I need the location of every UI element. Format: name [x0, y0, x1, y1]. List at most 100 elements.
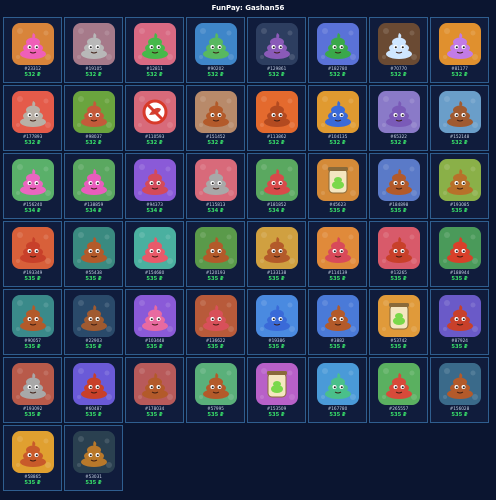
item-card[interactable]: #57995 535 ₽: [186, 357, 245, 423]
item-image: [134, 227, 176, 269]
item-image: [134, 159, 176, 201]
item-card[interactable]: #94373 534 ₽: [125, 153, 184, 219]
poop-icon: [195, 363, 237, 405]
item-image: [256, 23, 298, 65]
item-card[interactable]: #182780 532 ₽: [308, 17, 367, 83]
item-price: 532 ₽: [24, 140, 41, 146]
item-card[interactable]: #90202 532 ₽: [186, 17, 245, 83]
item-card[interactable]: #136622 535 ₽: [186, 289, 245, 355]
item-id: #193085: [449, 202, 470, 207]
item-card[interactable]: #87924 535 ₽: [430, 289, 489, 355]
item-price: 535 ₽: [329, 208, 346, 214]
item-card[interactable]: #138859 534 ₽: [64, 153, 123, 219]
item-card[interactable]: #114139 535 ₽: [308, 221, 367, 287]
item-card[interactable]: #3882 535 ₽: [308, 289, 367, 355]
item-card[interactable]: #153509 535 ₽: [247, 357, 306, 423]
item-card[interactable]: #53031 535 ₽: [64, 425, 123, 491]
item-image: [73, 295, 115, 337]
item-card[interactable]: #12811 532 ₽: [125, 17, 184, 83]
item-card[interactable]: #53742 535 ₽: [369, 289, 428, 355]
item-card[interactable]: #156028 535 ₽: [430, 357, 489, 423]
item-id: #57995: [207, 406, 224, 411]
poop-icon: [12, 91, 54, 133]
item-image: [439, 295, 481, 337]
item-price: 532 ₽: [268, 140, 285, 146]
item-price: 535 ₽: [268, 344, 285, 350]
item-price: 535 ₽: [146, 276, 163, 282]
poop-icon: [134, 227, 176, 269]
item-card[interactable]: #178034 535 ₽: [125, 357, 184, 423]
item-image: [134, 363, 176, 405]
item-card[interactable]: #151452 532 ₽: [186, 85, 245, 151]
item-card[interactable]: #98037 532 ₽: [64, 85, 123, 151]
poop-icon: [317, 295, 359, 337]
item-card[interactable]: #81177 532 ₽: [430, 17, 489, 83]
item-image: [12, 159, 54, 201]
item-card[interactable]: #193085 535 ₽: [430, 153, 489, 219]
item-image: [256, 159, 298, 201]
poop-icon: [195, 23, 237, 65]
item-card[interactable]: #129861 532 ₽: [247, 17, 306, 83]
item-card[interactable]: #60487 535 ₽: [64, 357, 123, 423]
poop-icon: [134, 363, 176, 405]
item-card[interactable]: #113862 532 ₽: [247, 85, 306, 151]
item-card[interactable]: #19105 532 ₽: [64, 17, 123, 83]
item-id: #120193: [205, 270, 226, 275]
item-card[interactable]: #70770 532 ₽: [369, 17, 428, 83]
item-card[interactable]: #103448 535 ₽: [125, 289, 184, 355]
item-image: [378, 91, 420, 133]
item-id: #193349: [22, 270, 43, 275]
item-id: #65322: [390, 134, 407, 139]
item-id: #58865: [24, 474, 41, 479]
poop-icon: [73, 227, 115, 269]
item-image: [378, 295, 420, 337]
item-price: 534 ₽: [146, 208, 163, 214]
item-card[interactable]: #181852 534 ₽: [247, 153, 306, 219]
item-id: #53742: [390, 338, 407, 343]
item-card[interactable]: #104135 532 ₽: [308, 85, 367, 151]
item-price: 534 ₽: [207, 208, 224, 214]
item-card[interactable]: #19386 535 ₽: [247, 289, 306, 355]
item-card[interactable]: #177893 532 ₽: [3, 85, 62, 151]
poop-icon: [134, 23, 176, 65]
item-image: [439, 363, 481, 405]
item-card[interactable]: #184898 535 ₽: [369, 153, 428, 219]
item-card[interactable]: #133138 535 ₽: [247, 221, 306, 287]
item-card[interactable]: #13265 535 ₽: [369, 221, 428, 287]
item-id: #151452: [205, 134, 226, 139]
poop-icon: [12, 295, 54, 337]
item-card[interactable]: #90057 535 ₽: [3, 289, 62, 355]
item-card[interactable]: #154680 535 ₽: [125, 221, 184, 287]
item-card[interactable]: #188944 535 ₽: [430, 221, 489, 287]
item-card[interactable]: #22903 535 ₽: [64, 289, 123, 355]
item-card[interactable]: #23312 532 ₽: [3, 17, 62, 83]
poop-icon: [195, 91, 237, 133]
poop-icon: [73, 363, 115, 405]
item-price: 535 ₽: [24, 344, 41, 350]
item-image: [317, 23, 359, 65]
item-price: 535 ₽: [451, 412, 468, 418]
poop-icon: [73, 91, 115, 133]
item-card[interactable]: #115813 534 ₽: [186, 153, 245, 219]
item-price: 535 ₽: [85, 276, 102, 282]
item-card[interactable]: #152148 532 ₽: [430, 85, 489, 151]
item-card[interactable]: #58865 535 ₽: [3, 425, 62, 491]
item-card[interactable]: #45623 535 ₽: [308, 153, 367, 219]
item-card[interactable]: #193349 535 ₽: [3, 221, 62, 287]
item-card[interactable]: #55438 535 ₽: [64, 221, 123, 287]
item-id: #133138: [266, 270, 287, 275]
item-id: #156240: [22, 202, 43, 207]
item-image: [195, 227, 237, 269]
item-card[interactable]: #65322 532 ₽: [369, 85, 428, 151]
item-card[interactable]: #265557 535 ₽: [369, 357, 428, 423]
item-card[interactable]: #167780 535 ₽: [308, 357, 367, 423]
item-price: 535 ₽: [207, 276, 224, 282]
item-id: #87924: [451, 338, 468, 343]
item-card[interactable]: #156240 534 ₽: [3, 153, 62, 219]
item-card[interactable]: #193092 535 ₽: [3, 357, 62, 423]
item-card[interactable]: #110593 532 ₽: [125, 85, 184, 151]
item-id: #98037: [85, 134, 102, 139]
item-price: 535 ₽: [329, 344, 346, 350]
item-card[interactable]: #120193 535 ₽: [186, 221, 245, 287]
item-id: #188944: [449, 270, 470, 275]
